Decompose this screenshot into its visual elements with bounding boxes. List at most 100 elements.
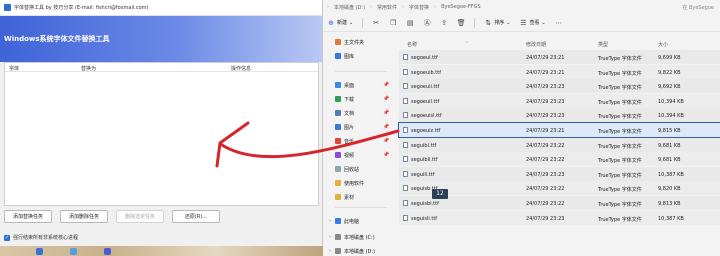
sidebar-item[interactable]: 桌面 bbox=[335, 80, 354, 90]
file-row[interactable]: segoeuib.ttf 24/07/29 23:21 TrueType 字体文件 9… bbox=[399, 64, 720, 79]
taskbar-app-icon[interactable] bbox=[70, 248, 77, 255]
file-row[interactable]: seguili.ttf 24/07/29 23:23 TrueType 字体文件 10… bbox=[399, 166, 720, 181]
breadcrumb-drive-d[interactable]: 本地磁盘 (D:) bbox=[334, 4, 365, 11]
sidebar-item[interactable]: 本地磁盘 (C:) bbox=[335, 232, 375, 242]
view-button[interactable]: ☰ 查看 ⌄ bbox=[519, 19, 545, 27]
breadcrumb-common-software[interactable]: 常用软件 bbox=[377, 4, 397, 11]
delete-icon[interactable]: 🗑 bbox=[457, 19, 466, 27]
paste-icon[interactable]: ▤ bbox=[406, 19, 414, 27]
sort-label: 排序 bbox=[494, 20, 505, 26]
cut-icon[interactable]: ✂ bbox=[372, 19, 380, 27]
file-row[interactable]: segoeuil.ttf 24/07/29 23:23 TrueType 字体文件 1… bbox=[399, 93, 720, 108]
video-icon bbox=[335, 152, 341, 158]
new-button[interactable]: ⊕ 新建 ⌄ bbox=[327, 19, 353, 27]
column-type[interactable]: 类型 bbox=[598, 41, 608, 48]
file-row[interactable]: segoeuisl.ttf 24/07/29 23:23 TrueType 字体文件… bbox=[399, 108, 720, 123]
sort-button[interactable]: ⇅ 排序 ⌄ bbox=[484, 19, 510, 27]
sidebar-item[interactable]: 下载 bbox=[335, 94, 354, 104]
file-name: seguisli.ttf bbox=[411, 215, 438, 222]
sidebar-item[interactable]: 回收站 bbox=[335, 164, 359, 174]
column-modified-date[interactable]: 修改日期 bbox=[526, 41, 546, 48]
checkbox-checked-icon[interactable]: ✓ bbox=[4, 234, 10, 241]
sidebar-item-label: 音乐 bbox=[344, 138, 355, 145]
navigation-pane: 主文件夹图库桌面 📌 下载 📌 文档 📌 图片 📌 音乐 📌 视频 📌 回收站使用软件素材此电脑 › 本地磁… bbox=[323, 33, 393, 256]
expand-chevron-icon[interactable]: › bbox=[329, 218, 331, 224]
breadcrumb-font-replace[interactable]: 字体替换 bbox=[409, 4, 429, 11]
file-type: TrueType 字体文件 bbox=[598, 114, 642, 121]
column-name[interactable]: 名称 bbox=[407, 41, 417, 48]
divider bbox=[362, 17, 364, 28]
add-delete-task-button[interactable]: 添加删除任务 bbox=[60, 210, 108, 223]
plus-icon: ⊕ bbox=[328, 18, 334, 27]
divider bbox=[335, 71, 387, 72]
file-size: 10,387 KB bbox=[658, 171, 684, 178]
file-date: 24/07/29 23:21 bbox=[526, 55, 565, 61]
delete-selected-task-button[interactable]: 删除选定任务 bbox=[116, 210, 164, 223]
file-date: 24/07/29 23:22 bbox=[526, 157, 565, 164]
sidebar-item[interactable]: 图库 bbox=[335, 51, 354, 61]
drive-icon bbox=[335, 248, 341, 254]
add-replace-task-button[interactable]: 添加替换任务 bbox=[4, 210, 52, 223]
taskbar-app-icon[interactable] bbox=[36, 248, 43, 255]
share-icon[interactable]: ⇪ bbox=[440, 19, 448, 27]
pin-icon[interactable]: 📌 bbox=[383, 110, 389, 116]
pin-icon[interactable]: 📌 bbox=[383, 152, 389, 158]
pin-icon[interactable]: 📌 bbox=[383, 124, 389, 130]
pin-icon[interactable]: 📌 bbox=[383, 96, 389, 102]
file-type: TrueType 字体文件 bbox=[598, 187, 642, 194]
pin-icon[interactable]: 📌 bbox=[383, 82, 389, 88]
chevron-down-icon: ⌄ bbox=[506, 19, 511, 26]
file-date: 24/07/29 23:23 bbox=[526, 215, 565, 222]
button-row: 添加替换任务 添加删除任务 删除选定任务 还原(R)... bbox=[4, 210, 220, 223]
sort-icon: ⇅ bbox=[485, 18, 492, 27]
column-size[interactable]: 大小 bbox=[658, 41, 668, 48]
copy-icon[interactable]: ❐ bbox=[389, 19, 397, 27]
column-replace-with[interactable]: 替换为 bbox=[81, 65, 96, 72]
taskbar-app-icon[interactable] bbox=[104, 248, 111, 255]
expand-chevron-icon[interactable]: › bbox=[329, 248, 331, 254]
new-label: 新建 bbox=[337, 20, 348, 26]
sidebar-item[interactable]: 使用软件 bbox=[335, 178, 364, 188]
font-file-icon bbox=[403, 156, 408, 163]
file-row[interactable]: segoeuii.ttf 24/07/29 23:23 TrueType 字体文件 9… bbox=[399, 79, 720, 94]
search-box[interactable]: 在 ByeSegoe bbox=[682, 4, 714, 11]
file-type: TrueType 字体文件 bbox=[598, 158, 642, 165]
column-font[interactable]: 字体 bbox=[9, 65, 19, 72]
sidebar-item-label: 素材 bbox=[344, 194, 355, 201]
rename-icon[interactable]: Ⓐ bbox=[423, 19, 431, 27]
font-file-icon bbox=[403, 185, 408, 192]
breadcrumb-byesegoe[interactable]: ByeSegoe-FFGS bbox=[441, 4, 481, 10]
sidebar-item[interactable]: 文档 bbox=[335, 108, 354, 118]
file-name: seguibli.ttf bbox=[411, 157, 438, 164]
desktop-icon bbox=[335, 82, 341, 88]
sidebar-item[interactable]: 视频 bbox=[335, 150, 354, 160]
address-bar[interactable]: › 本地磁盘 (D:) › 常用软件 › 字体替换 › ByeSegoe-FFG… bbox=[323, 0, 720, 14]
file-type: TrueType 字体文件 bbox=[598, 143, 642, 150]
column-operation-info[interactable]: 操作信息 bbox=[231, 65, 251, 72]
sort-up-icon: ⌃ bbox=[465, 41, 470, 47]
file-type: TrueType 字体文件 bbox=[598, 99, 642, 106]
sidebar-item[interactable]: 主文件夹 bbox=[335, 37, 364, 47]
sidebar-item[interactable]: 本地磁盘 (D:) bbox=[335, 246, 375, 256]
restore-button[interactable]: 还原(R)... bbox=[172, 210, 220, 223]
file-date: 24/07/29 23:23 bbox=[526, 113, 565, 120]
more-icon[interactable]: ⋯ bbox=[555, 19, 563, 27]
expand-chevron-icon[interactable]: › bbox=[329, 234, 331, 240]
file-row[interactable]: seguibli.ttf 24/07/29 23:22 TrueType 字体文件 9… bbox=[399, 152, 720, 167]
sidebar-item-label: 主文件夹 bbox=[344, 39, 365, 46]
force-kill-option[interactable]: ✓ 强行结束所有非系统核心进程 bbox=[4, 234, 78, 241]
file-date: 24/07/29 23:22 bbox=[526, 142, 565, 149]
file-row[interactable]: seguisli.ttf 24/07/29 23:23 TrueType 字体文件 1… bbox=[399, 210, 720, 225]
sidebar-item[interactable]: 此电脑 bbox=[335, 216, 359, 226]
file-date: 24/07/29 23:21 bbox=[526, 69, 565, 76]
pictures-icon bbox=[335, 124, 341, 130]
sidebar-item[interactable]: 素材 bbox=[335, 192, 354, 202]
file-row[interactable]: segoeui.ttf 24/07/29 23:21 TrueType 字体文件 9,… bbox=[399, 50, 720, 65]
font-file-icon bbox=[403, 214, 408, 221]
file-row[interactable]: seguibl.ttf 24/07/29 23:22 TrueType 字体文件 9,… bbox=[399, 137, 720, 152]
sidebar-item[interactable]: 图片 bbox=[335, 122, 354, 132]
sidebar-item[interactable]: 音乐 bbox=[335, 136, 354, 146]
file-row[interactable]: segoeuiz.ttf 24/07/29 23:21 TrueType 字体文件 9… bbox=[398, 121, 720, 139]
pin-icon[interactable]: 📌 bbox=[383, 138, 389, 144]
task-table[interactable]: 字体 替换为 操作信息 bbox=[4, 62, 319, 206]
